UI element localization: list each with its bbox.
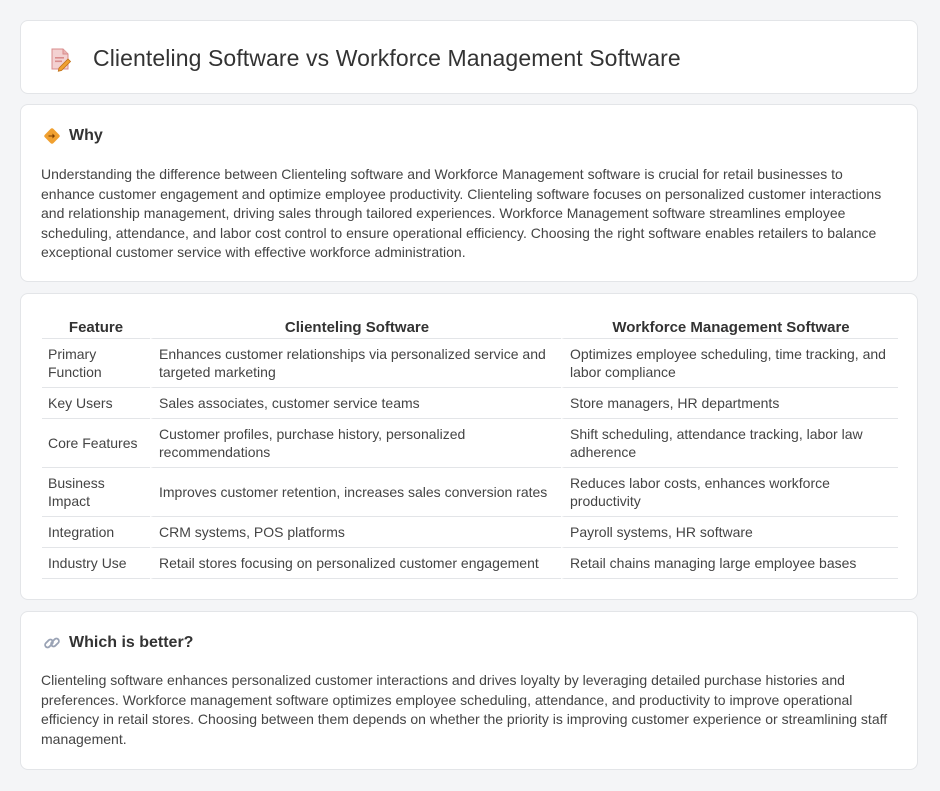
comparison-section: Feature Clienteling Software Workforce M…: [20, 293, 918, 600]
clienteling-cell: Sales associates, customer service teams: [150, 388, 561, 419]
feature-cell: Integration: [42, 517, 150, 548]
workforce-cell: Store managers, HR departments: [561, 388, 898, 419]
table-row: Primary Function Enhances customer relat…: [42, 339, 898, 388]
workforce-cell: Shift scheduling, attendance tracking, l…: [561, 419, 898, 468]
title-row: Clienteling Software vs Workforce Manage…: [47, 45, 681, 72]
diamond-signpost-icon: [44, 128, 60, 144]
workforce-cell: Optimizes employee scheduling, time trac…: [561, 339, 898, 388]
better-heading: Which is better?: [69, 634, 194, 651]
clienteling-cell: Customer profiles, purchase history, per…: [150, 419, 561, 468]
page-title: Clienteling Software vs Workforce Manage…: [93, 45, 681, 71]
why-text: Understanding the difference between Cli…: [41, 166, 882, 260]
better-text: Clienteling software enhances personaliz…: [41, 672, 888, 747]
feature-cell: Industry Use: [42, 548, 150, 579]
clienteling-cell: Improves customer retention, increases s…: [150, 468, 561, 517]
header-workforce: Workforce Management Software: [561, 317, 898, 339]
title-card: Clienteling Software vs Workforce Manage…: [20, 20, 918, 94]
workforce-cell: Reduces labor costs, enhances workforce …: [561, 468, 898, 517]
table-row: Business Impact Improves customer retent…: [42, 468, 898, 517]
feature-cell: Key Users: [42, 388, 150, 419]
table-row: Industry Use Retail stores focusing on p…: [42, 548, 898, 579]
document-edit-icon: [51, 48, 72, 72]
why-header: Why: [43, 127, 103, 145]
header-clienteling: Clienteling Software: [150, 317, 561, 339]
clienteling-cell: CRM systems, POS platforms: [150, 517, 561, 548]
clienteling-cell: Enhances customer relationships via pers…: [150, 339, 561, 388]
link-icon: [44, 637, 60, 649]
table-row: Integration CRM systems, POS platforms P…: [42, 517, 898, 548]
clienteling-cell: Retail stores focusing on personalized c…: [150, 548, 561, 579]
table-header-row: Feature Clienteling Software Workforce M…: [42, 317, 898, 339]
why-section: Why Understanding the difference between…: [20, 104, 918, 282]
table-row: Core Features Customer profiles, purchas…: [42, 419, 898, 468]
workforce-cell: Retail chains managing large employee ba…: [561, 548, 898, 579]
workforce-cell: Payroll systems, HR software: [561, 517, 898, 548]
which-better-section: Which is better? Clienteling software en…: [20, 611, 918, 770]
feature-cell: Primary Function: [42, 339, 150, 388]
header-feature: Feature: [42, 317, 150, 339]
feature-cell: Business Impact: [42, 468, 150, 517]
table-row: Key Users Sales associates, customer ser…: [42, 388, 898, 419]
better-header: Which is better?: [43, 634, 193, 652]
feature-cell: Core Features: [42, 419, 150, 468]
comparison-table: Feature Clienteling Software Workforce M…: [42, 317, 898, 579]
why-heading: Why: [69, 127, 103, 144]
